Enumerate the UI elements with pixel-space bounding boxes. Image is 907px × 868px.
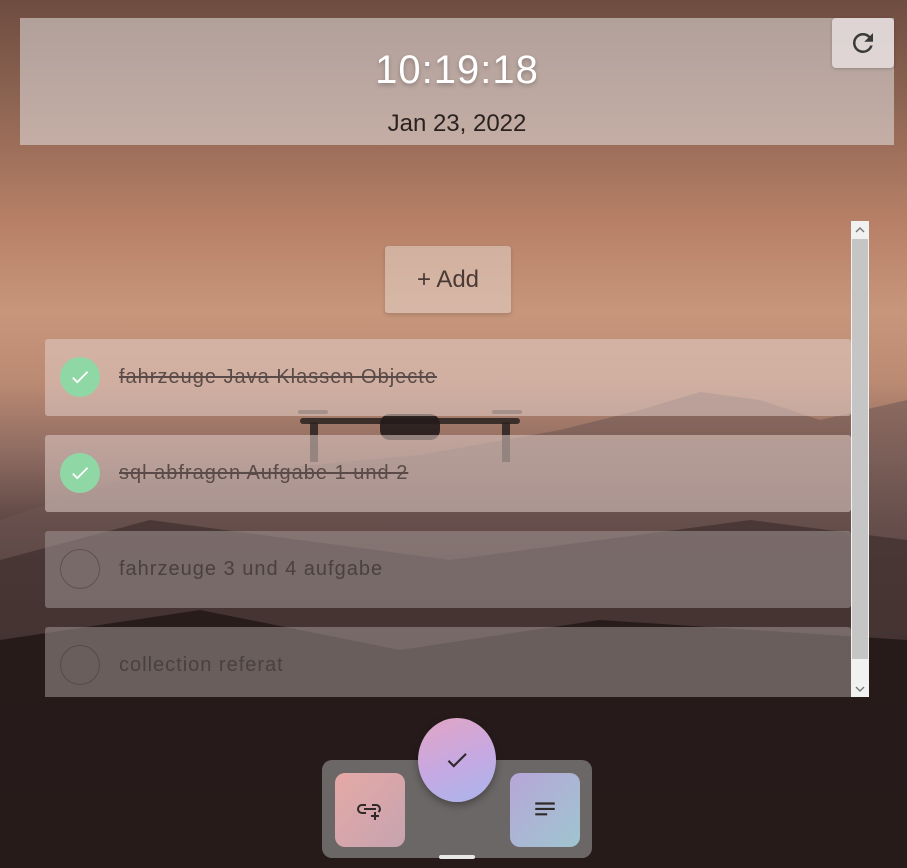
list-scrollbar[interactable] [851, 221, 869, 697]
link-add-icon [357, 804, 381, 820]
refresh-button[interactable] [832, 18, 894, 68]
notes-icon [535, 802, 555, 816]
link-add-button[interactable] [335, 773, 405, 847]
checkmark-icon [72, 371, 89, 384]
todo-label: collection referat [119, 654, 284, 676]
todo-item[interactable]: fahrzeuge 3 und 4 aufgabe [45, 531, 851, 608]
todo-checkbox[interactable] [60, 549, 100, 589]
todo-list: + Add fahrzeuge Java Klassen Objecte sql… [45, 222, 869, 697]
todo-item[interactable]: sql abfragen Aufgabe 1 und 2 [45, 435, 851, 512]
todo-checkbox[interactable] [60, 357, 100, 397]
add-todo-button[interactable]: + Add [385, 246, 511, 313]
todo-checkbox[interactable] [60, 645, 100, 685]
todo-item[interactable]: fahrzeuge Java Klassen Objecte [45, 339, 851, 416]
clock-panel: 10:19:18 Jan 23, 2022 [20, 18, 894, 145]
scroll-up-arrow-icon[interactable] [851, 221, 869, 238]
todo-tab-button[interactable] [418, 718, 496, 802]
notes-button[interactable] [510, 773, 580, 847]
todo-label: fahrzeuge 3 und 4 aufgabe [119, 558, 384, 580]
todo-item[interactable]: collection referat [45, 627, 851, 697]
todo-label: fahrzeuge Java Klassen Objecte [119, 366, 437, 388]
scroll-thumb[interactable] [852, 239, 868, 659]
checkmark-icon [72, 467, 89, 480]
refresh-icon [852, 32, 873, 53]
clock-time: 10:19:18 [375, 48, 539, 92]
todo-label: sql abfragen Aufgabe 1 und 2 [119, 462, 409, 484]
clock-date: Jan 23, 2022 [387, 110, 527, 137]
home-indicator [439, 855, 475, 859]
scroll-down-arrow-icon[interactable] [851, 680, 869, 697]
todo-checkbox[interactable] [60, 453, 100, 493]
checkmark-icon [447, 753, 467, 768]
